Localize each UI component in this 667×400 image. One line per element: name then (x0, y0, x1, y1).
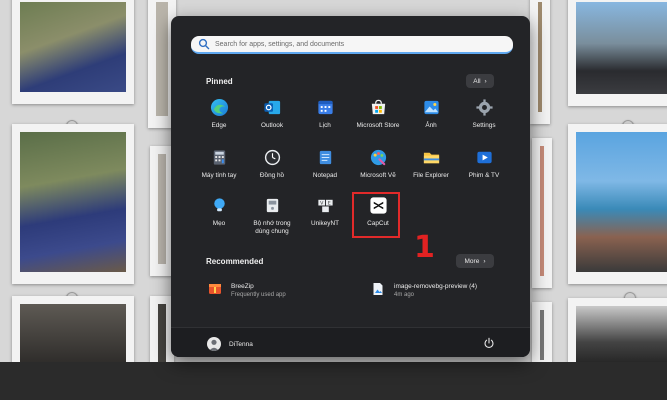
chevron-right-icon: › (484, 77, 487, 85)
notepad-icon (319, 150, 331, 165)
app-label: Edge (211, 122, 227, 129)
search-placeholder: Search for apps, settings, and documents (215, 40, 345, 48)
photos-icon (423, 100, 439, 115)
outlook-icon (263, 100, 280, 115)
svg-text:E: E (327, 201, 330, 207)
calendar-icon (317, 100, 333, 115)
search-icon (198, 38, 210, 50)
wallpaper-photo (12, 296, 134, 362)
pinned-app-notepad[interactable]: Notepad (299, 148, 351, 180)
pinned-heading: Pinned (206, 77, 233, 86)
wallpaper-photo (530, 0, 550, 124)
pinned-app-microsoft-store[interactable]: Microsoft Store (352, 98, 404, 130)
recommended-item-subtitle: Frequently used app (231, 292, 286, 298)
movies-icon (476, 151, 492, 164)
shared-storage-icon (266, 198, 278, 213)
app-label: Outlook (260, 122, 284, 129)
user-icon (209, 339, 219, 351)
app-label: Bộ nhớ trong dùng chung (253, 220, 291, 235)
all-apps-button[interactable]: All › (466, 74, 494, 88)
recommended-item-name: BreeZip (231, 283, 254, 290)
folder-icon (423, 152, 439, 164)
image-file-icon (373, 283, 383, 295)
app-label: Mẹo (212, 220, 226, 227)
pinned-app-outlook[interactable]: Outlook (246, 98, 298, 130)
clock-icon (264, 149, 280, 166)
recommended-item-breezip[interactable]: BreeZip Frequently used app (208, 282, 286, 299)
app-label: Microsoft Store (356, 122, 400, 129)
chevron-right-icon: › (483, 257, 486, 265)
pinned-app-unikey[interactable]: V E UnikeyNT (299, 196, 351, 228)
wallpaper-photo (568, 0, 667, 106)
app-label: Notepad (312, 172, 338, 179)
recommended-item-name: image-removebg-preview (4) (394, 283, 478, 290)
pinned-app-paint[interactable]: Microsoft Vẽ (352, 148, 404, 180)
pinned-app-settings[interactable]: Settings (458, 98, 510, 130)
recommended-heading: Recommended (206, 257, 264, 266)
wallpaper-photo (568, 298, 667, 362)
wallpaper-photo (12, 0, 134, 104)
user-name: DiTenna (229, 340, 253, 348)
more-button[interactable]: More › (456, 254, 494, 268)
taskbar (0, 362, 667, 400)
pinned-app-photos[interactable]: Ảnh (405, 98, 457, 130)
pinned-app-movies-tv[interactable]: Phim & TV (458, 148, 510, 180)
pinned-app-file-explorer[interactable]: File Explorer (405, 148, 457, 180)
wallpaper-photo (532, 302, 552, 362)
power-icon[interactable] (483, 337, 495, 349)
app-label: File Explorer (413, 172, 449, 179)
pinned-app-clock[interactable]: Đồng hồ (246, 148, 298, 180)
paint-icon (370, 149, 386, 166)
tips-icon (213, 198, 225, 212)
start-menu: Search for apps, settings, and documents… (171, 16, 530, 357)
gear-icon (475, 99, 493, 116)
edge-icon (210, 98, 228, 117)
app-label: Microsoft Vẽ (360, 172, 396, 179)
breezip-icon (209, 284, 221, 294)
app-label: Đồng hồ (259, 172, 285, 179)
more-label: More (464, 257, 480, 265)
avatar (207, 337, 221, 351)
capcut-highlight-box (352, 192, 400, 238)
step-number-annotation: 1 (414, 230, 435, 265)
app-label: Lịch (319, 122, 331, 129)
wallpaper-photo (532, 138, 552, 288)
user-account-button[interactable]: DiTenna (207, 337, 253, 351)
store-icon (371, 99, 385, 115)
app-label: Settings (472, 122, 496, 129)
pinned-app-tips[interactable]: Mẹo (193, 196, 245, 228)
all-apps-label: All (473, 77, 481, 85)
wallpaper-photo (568, 124, 667, 284)
pinned-app-shared-storage[interactable]: Bộ nhớ trong dùng chung (246, 196, 298, 236)
start-menu-footer: DiTenna (171, 327, 530, 357)
app-label: Máy tính tay (201, 172, 237, 179)
app-label: Ảnh (425, 122, 437, 129)
unikey-icon: V E (317, 199, 333, 213)
recommended-item-image[interactable]: image-removebg-preview (4) 4m ago (371, 282, 477, 299)
calculator-icon (213, 150, 225, 165)
pinned-app-edge[interactable]: Edge (193, 98, 245, 130)
pinned-app-calculator[interactable]: Máy tính tay (193, 148, 245, 180)
wallpaper-photo (12, 124, 134, 284)
pinned-app-calendar[interactable]: Lịch (299, 98, 351, 130)
app-label: UnikeyNT (310, 220, 340, 227)
app-label: Phim & TV (468, 172, 500, 179)
search-box[interactable]: Search for apps, settings, and documents (191, 36, 513, 54)
recommended-item-subtitle: 4m ago (394, 292, 415, 298)
